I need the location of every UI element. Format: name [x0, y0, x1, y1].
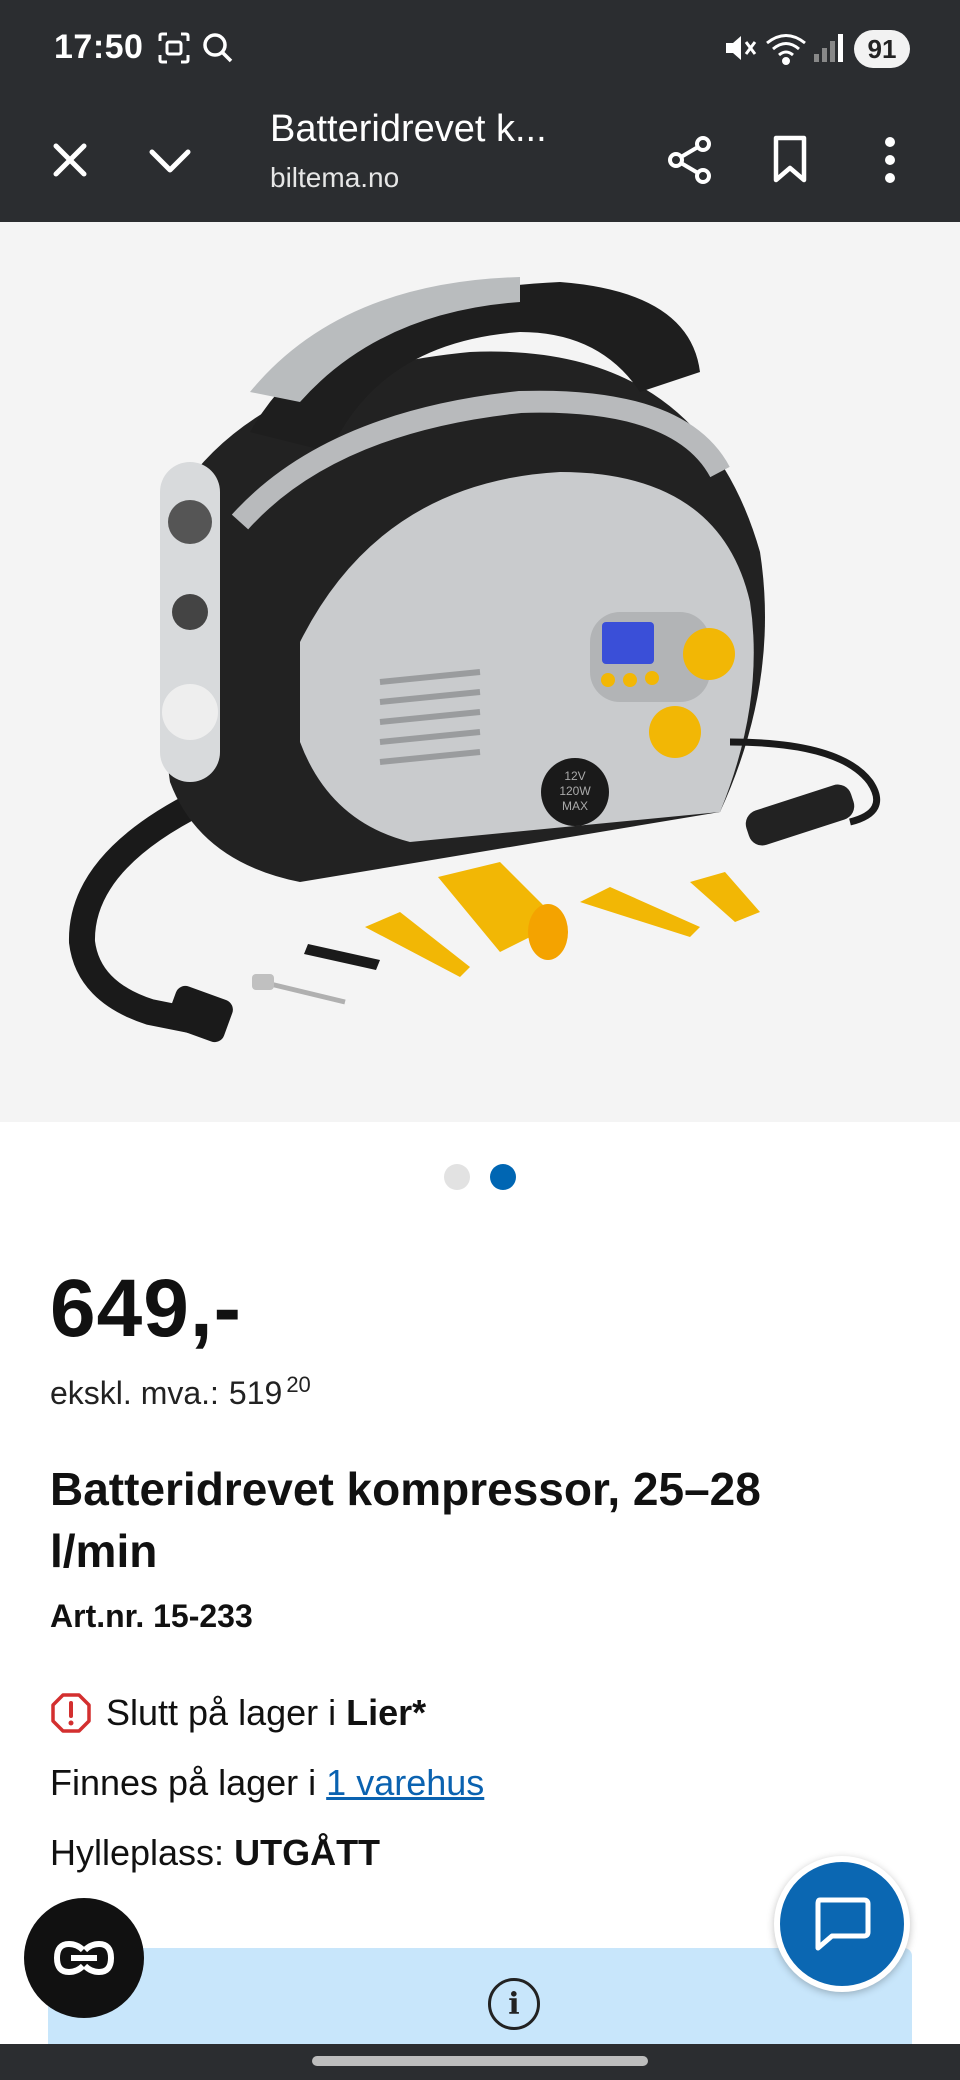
carousel-dot-2[interactable] — [490, 1164, 516, 1190]
battery-indicator: 91 — [854, 30, 910, 68]
product-title: Batteridrevet kompressor, 25–28 l/min — [50, 1463, 761, 1577]
accessibility-button[interactable] — [24, 1898, 144, 2018]
share-icon — [668, 136, 711, 184]
warning-icon — [51, 1693, 91, 1733]
bookmark-icon — [773, 135, 807, 183]
chat-icon — [815, 1897, 871, 1951]
shelf-line: Hylleplass: UTGÅTT — [50, 1832, 380, 1874]
page-domain[interactable]: biltema.no — [270, 162, 399, 194]
socket-label-line-3: MAX — [562, 799, 588, 813]
shelf-value: UTGÅTT — [234, 1832, 381, 1873]
chat-button[interactable] — [774, 1856, 910, 1992]
mute-icon — [722, 30, 758, 71]
ex-vat-label: ekskl. mva.: — [50, 1375, 219, 1411]
carousel-dot-1[interactable] — [444, 1164, 470, 1190]
socket-label-line-2: 120W — [559, 784, 591, 798]
stores-link[interactable]: 1 varehus — [326, 1762, 484, 1804]
out-of-stock-store: Lier* — [346, 1692, 427, 1733]
out-of-stock-line: Slutt på lager i Lier* — [50, 1692, 426, 1734]
share-button[interactable] — [660, 130, 720, 190]
more-icon — [885, 137, 895, 183]
carousel-dots — [0, 1164, 960, 1194]
home-gesture-handle[interactable] — [312, 2056, 648, 2066]
search-icon — [200, 30, 236, 71]
wifi-icon — [764, 30, 808, 71]
shelf-label: Hylleplass: — [50, 1832, 225, 1873]
available-prefix: Finnes på lager i — [50, 1762, 317, 1803]
link-loop-icon — [53, 1940, 115, 1976]
status-bar: 17:50 91 — [0, 0, 960, 100]
status-time: 17:50 — [54, 28, 144, 66]
custom-tab-toolbar: Batteridrevet k... biltema.no — [0, 100, 960, 222]
minimize-button[interactable] — [140, 130, 200, 190]
info-icon: i — [488, 1978, 540, 2030]
more-options-button[interactable] — [860, 130, 920, 190]
socket-label-line-1: 12V — [564, 769, 585, 783]
chevron-down-icon — [149, 149, 191, 173]
bookmark-button[interactable] — [760, 130, 820, 190]
system-nav-bar — [0, 2044, 960, 2080]
close-icon — [53, 143, 87, 177]
article-number: Art.nr. 15-233 — [50, 1598, 253, 1634]
product-price: 649,- — [50, 1263, 242, 1354]
page-title[interactable]: Batteridrevet k... — [270, 108, 547, 151]
close-button[interactable] — [40, 130, 100, 190]
ex-vat-whole: 519 — [228, 1375, 283, 1411]
available-line: Finnes på lager i 1 varehus — [50, 1762, 484, 1804]
ex-vat-decimal: 20 — [286, 1372, 311, 1397]
out-of-stock-prefix: Slutt på lager i — [106, 1692, 337, 1733]
signal-icon — [810, 30, 846, 71]
product-image[interactable]: 12V 120W MAX — [0, 222, 960, 1122]
screenshot-icon — [156, 30, 192, 71]
price-ex-vat: ekskl. mva.: 519 20 — [50, 1372, 311, 1412]
